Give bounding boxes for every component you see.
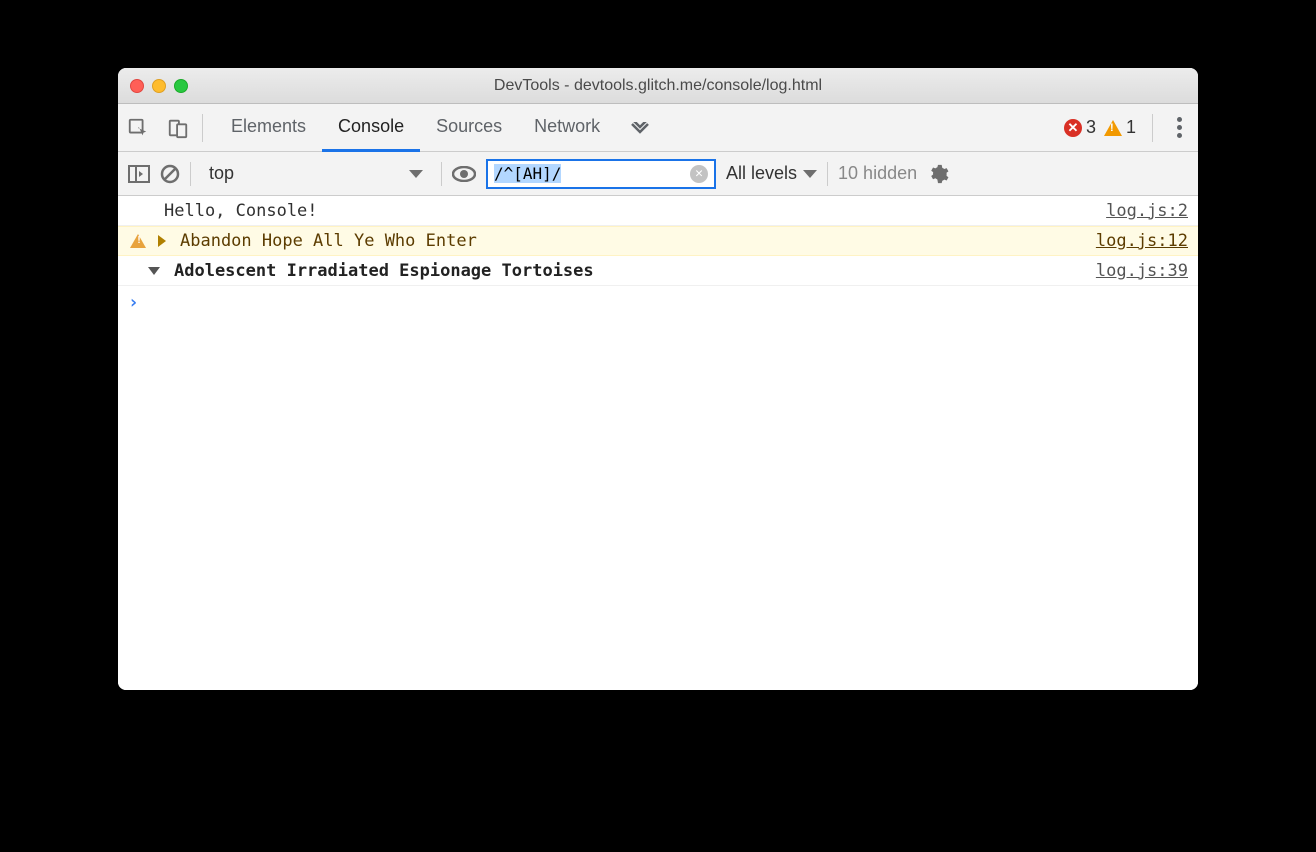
error-count-badge[interactable]: ✕ 3 — [1064, 117, 1096, 138]
chevron-down-icon — [803, 170, 817, 178]
tab-console[interactable]: Console — [322, 104, 420, 152]
log-source-link[interactable]: log.js:12 — [1096, 231, 1188, 251]
device-toolbar-icon[interactable] — [166, 116, 190, 140]
log-row-group: Adolescent Irradiated Espionage Tortoise… — [118, 256, 1198, 286]
tab-sources[interactable]: Sources — [420, 104, 518, 152]
panel-tabs: Elements Console Sources Network — [215, 104, 664, 152]
console-toolbar: top /^[AH]/ ✕ All levels 10 hidden — [118, 152, 1198, 196]
log-row-warning: Abandon Hope All Ye Who Enter log.js:12 — [118, 226, 1198, 256]
log-message: Hello, Console! — [164, 201, 318, 221]
filter-input[interactable]: /^[AH]/ ✕ — [486, 159, 716, 189]
filter-text: /^[AH]/ — [494, 164, 561, 183]
toggle-sidebar-icon[interactable] — [128, 165, 150, 183]
prompt-icon: › — [128, 292, 139, 313]
error-count: 3 — [1086, 117, 1096, 138]
hidden-messages-label[interactable]: 10 hidden — [838, 163, 917, 184]
log-row: Hello, Console! log.js:2 — [118, 196, 1198, 226]
settings-menu-button[interactable] — [1169, 117, 1190, 138]
divider — [1152, 114, 1153, 142]
window-title: DevTools - devtools.glitch.me/console/lo… — [118, 77, 1198, 95]
devtools-window: DevTools - devtools.glitch.me/console/lo… — [118, 68, 1198, 690]
inspect-element-icon[interactable] — [126, 116, 150, 140]
clear-console-icon[interactable] — [160, 164, 180, 184]
divider — [441, 162, 442, 186]
main-tab-bar: Elements Console Sources Network ✕ 3 1 — [118, 104, 1198, 152]
warning-count: 1 — [1126, 117, 1136, 138]
log-source-link[interactable]: log.js:2 — [1106, 201, 1188, 221]
live-expression-icon[interactable] — [452, 166, 476, 182]
context-label: top — [209, 163, 234, 184]
chevron-down-icon — [409, 170, 423, 178]
collapse-icon[interactable] — [148, 267, 160, 275]
log-message: Abandon Hope All Ye Who Enter — [180, 231, 477, 251]
divider — [827, 162, 828, 186]
console-settings-icon[interactable] — [927, 163, 949, 185]
tab-elements[interactable]: Elements — [215, 104, 322, 152]
warning-icon — [130, 234, 146, 248]
execution-context-select[interactable]: top — [201, 163, 431, 184]
divider — [202, 114, 203, 142]
tab-network[interactable]: Network — [518, 104, 616, 152]
log-message: Adolescent Irradiated Espionage Tortoise… — [174, 261, 594, 281]
divider — [190, 162, 191, 186]
title-bar: DevTools - devtools.glitch.me/console/lo… — [118, 68, 1198, 104]
levels-label: All levels — [726, 163, 797, 184]
console-messages: Hello, Console! log.js:2 Abandon Hope Al… — [118, 196, 1198, 690]
expand-icon[interactable] — [158, 235, 166, 247]
clear-filter-icon[interactable]: ✕ — [690, 165, 708, 183]
warning-icon — [1104, 120, 1122, 136]
warning-count-badge[interactable]: 1 — [1104, 117, 1136, 138]
error-icon: ✕ — [1064, 119, 1082, 137]
console-prompt-row[interactable]: › — [118, 286, 1198, 319]
log-source-link[interactable]: log.js:39 — [1096, 261, 1188, 281]
more-tabs-button[interactable] — [616, 104, 664, 152]
log-levels-select[interactable]: All levels — [726, 163, 817, 184]
